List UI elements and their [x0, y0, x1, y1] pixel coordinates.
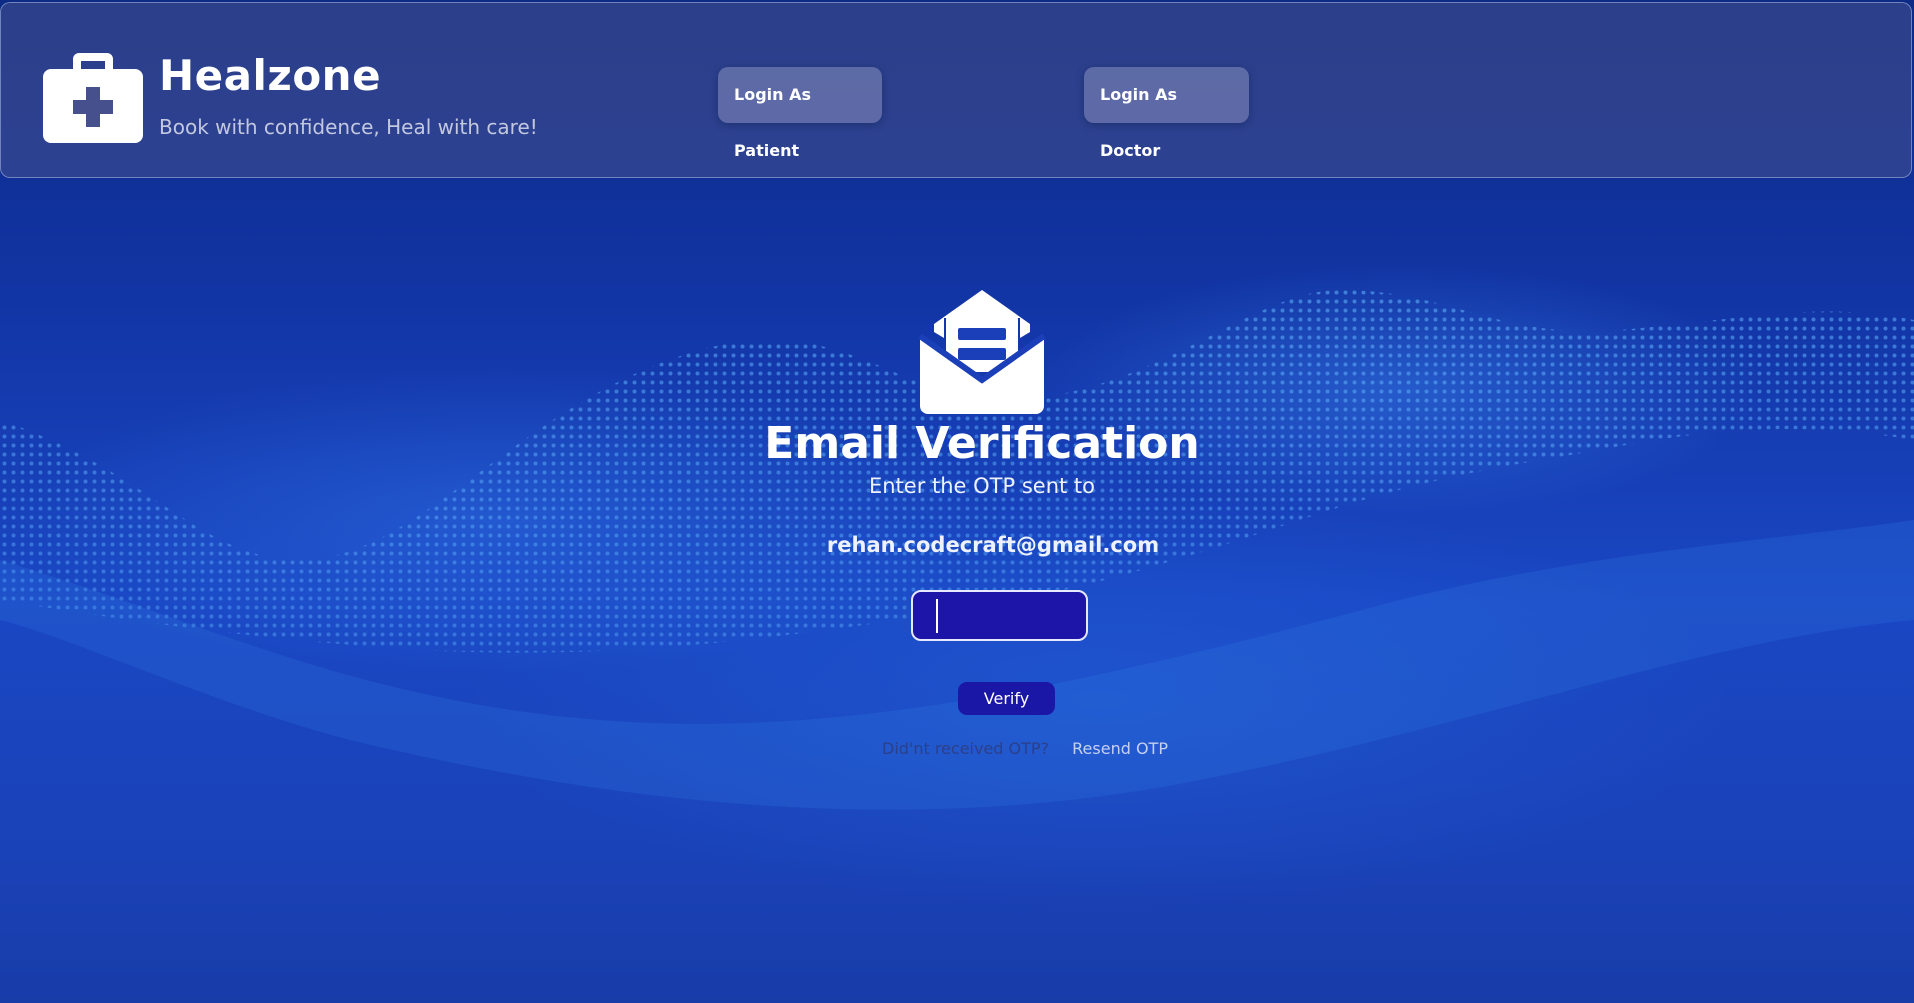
- brand-tagline: Book with confidence, Heal with care!: [159, 115, 538, 139]
- resend-question: Did'nt received OTP?: [882, 739, 1050, 758]
- top-header: Healzone Book with confidence, Heal with…: [0, 2, 1912, 178]
- login-as-doctor-button[interactable]: Login As Doctor: [1084, 67, 1249, 160]
- page-title: Email Verification: [764, 418, 1200, 469]
- brand-title: Healzone: [159, 51, 382, 100]
- otp-instruction: Enter the OTP sent to: [868, 474, 1096, 498]
- resend-otp-link[interactable]: Resend OTP: [1072, 739, 1168, 758]
- resend-row: Did'nt received OTP? Resend OTP: [882, 739, 1168, 758]
- verify-button[interactable]: Verify: [958, 682, 1055, 715]
- medical-kit-icon: [43, 53, 143, 143]
- envelope-open-icon: [918, 290, 1046, 414]
- login-as-patient-button[interactable]: Login As Patient: [718, 67, 882, 160]
- target-email: rehan.codecraft@gmail.com: [826, 533, 1160, 557]
- text-caret: [936, 599, 938, 633]
